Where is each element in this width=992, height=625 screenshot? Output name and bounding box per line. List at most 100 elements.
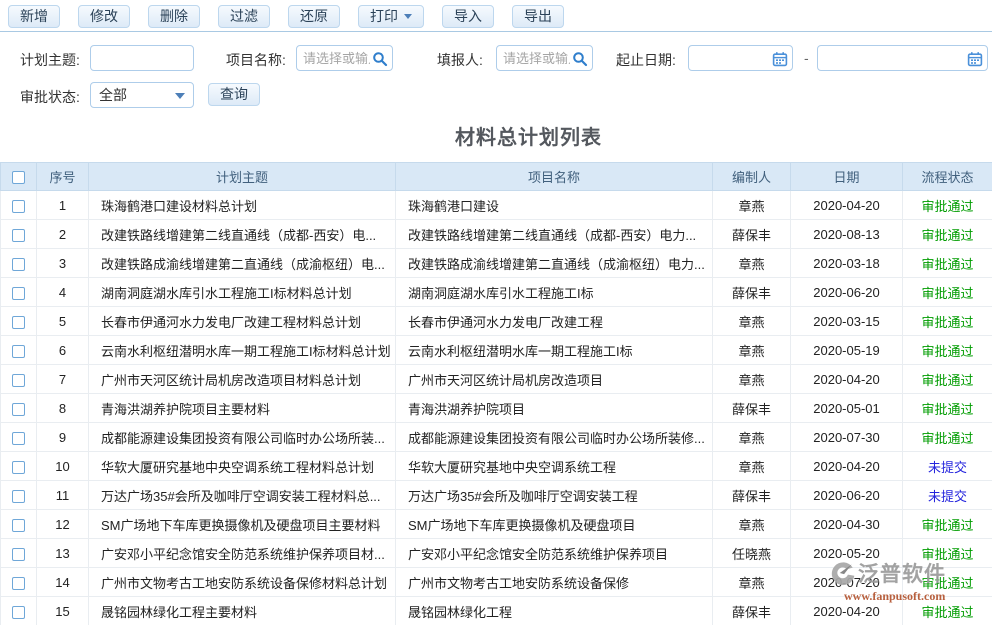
row-checkbox[interactable] (12, 287, 25, 300)
plan-subject-link[interactable]: 珠海鹤港口建设材料总计划 (89, 191, 396, 220)
plan-subject-link[interactable]: 青海洪湖养护院项目主要材料 (89, 394, 396, 423)
plan-subject-link[interactable]: 华软大厦研究基地中央空调系统工程材料总计划 (89, 452, 396, 481)
export-button[interactable]: 导出 (512, 5, 564, 28)
project-name-link[interactable]: 华软大厦研究基地中央空调系统工程 (396, 452, 713, 481)
plan-subject-link[interactable]: 改建铁路成渝线增建第二直通线（成渝枢纽）电... (89, 249, 396, 278)
status-badge: 审批通过 (903, 394, 992, 423)
row-checkbox-cell (1, 249, 37, 278)
calendar-icon[interactable] (967, 51, 983, 67)
query-button[interactable]: 查询 (208, 83, 260, 106)
project-name-label: 项目名称: (226, 50, 286, 70)
print-button[interactable]: 打印 (358, 5, 424, 28)
row-checkbox[interactable] (12, 403, 25, 416)
project-name-link[interactable]: 晟铭园林绿化工程 (396, 597, 713, 625)
row-date: 2020-05-20 (791, 539, 903, 568)
row-date: 2020-04-20 (791, 597, 903, 625)
project-name-link[interactable]: 湖南洞庭湖水库引水工程施工I标 (396, 278, 713, 307)
export-button-label: 导出 (524, 6, 552, 27)
project-name-link[interactable]: 改建铁路线增建第二线直通线（成都-西安）电力... (396, 220, 713, 249)
table-row: 1珠海鹤港口建设材料总计划珠海鹤港口建设章燕2020-04-20审批通过 (1, 191, 992, 220)
table-row: 9成都能源建设集团投资有限公司临时办公场所装...成都能源建设集团投资有限公司临… (1, 423, 992, 452)
edit-button[interactable]: 修改 (78, 5, 130, 28)
row-number: 2 (37, 220, 89, 249)
row-number: 11 (37, 481, 89, 510)
delete-button-label: 删除 (160, 6, 188, 27)
row-checkbox[interactable] (12, 461, 25, 474)
approval-status-select[interactable]: 全部 (90, 82, 194, 108)
table-row: 11万达广场35#会所及咖啡厅空调安装工程材料总...万达广场35#会所及咖啡厅… (1, 481, 992, 510)
date-to-input[interactable] (818, 46, 987, 70)
row-checkbox-cell (1, 220, 37, 249)
row-number: 7 (37, 365, 89, 394)
row-checkbox[interactable] (12, 345, 25, 358)
delete-button[interactable]: 删除 (148, 5, 200, 28)
row-date: 2020-03-15 (791, 307, 903, 336)
row-date: 2020-07-30 (791, 423, 903, 452)
compiler-name: 薛保丰 (713, 220, 791, 249)
project-name-link[interactable]: 广州市天河区统计局机房改造项目 (396, 365, 713, 394)
project-name-link[interactable]: 青海洪湖养护院项目 (396, 394, 713, 423)
filter-button[interactable]: 过滤 (218, 5, 270, 28)
row-checkbox[interactable] (12, 548, 25, 561)
plan-subject-link[interactable]: 广州市天河区统计局机房改造项目材料总计划 (89, 365, 396, 394)
row-checkbox-cell (1, 423, 37, 452)
row-checkbox[interactable] (12, 258, 25, 271)
project-name-link[interactable]: 广州市文物考古工地安防系统设备保修 (396, 568, 713, 597)
plan-subject-link[interactable]: 万达广场35#会所及咖啡厅空调安装工程材料总... (89, 481, 396, 510)
compiler-name: 章燕 (713, 452, 791, 481)
plan-subject-link[interactable]: SM广场地下车库更换摄像机及硬盘项目主要材料 (89, 510, 396, 539)
row-checkbox[interactable] (12, 519, 25, 532)
plan-subject-link[interactable]: 湖南洞庭湖水库引水工程施工I标材料总计划 (89, 278, 396, 307)
caret-down-icon (175, 93, 185, 99)
plan-subject-link[interactable]: 广安邓小平纪念馆安全防范系统维护保养项目材... (89, 539, 396, 568)
restore-button-label: 还原 (300, 6, 328, 27)
add-button[interactable]: 新增 (8, 5, 60, 28)
plan-subject-link[interactable]: 晟铭园林绿化工程主要材料 (89, 597, 396, 625)
row-checkbox-cell (1, 597, 37, 625)
plan-subject-link[interactable]: 改建铁路线增建第二线直通线（成都-西安）电... (89, 220, 396, 249)
compiler-name: 章燕 (713, 365, 791, 394)
plan-subject-link[interactable]: 成都能源建设集团投资有限公司临时办公场所装... (89, 423, 396, 452)
select-all-checkbox[interactable] (12, 171, 25, 184)
reporter-field-wrap (496, 45, 593, 71)
table-row: 10华软大厦研究基地中央空调系统工程材料总计划华软大厦研究基地中央空调系统工程章… (1, 452, 992, 481)
row-number: 3 (37, 249, 89, 278)
calendar-icon[interactable] (772, 51, 788, 67)
row-number: 10 (37, 452, 89, 481)
header-project: 项目名称 (396, 163, 713, 191)
project-name-link[interactable]: 万达广场35#会所及咖啡厅空调安装工程 (396, 481, 713, 510)
row-checkbox[interactable] (12, 229, 25, 242)
compiler-name: 薛保丰 (713, 394, 791, 423)
import-button[interactable]: 导入 (442, 5, 494, 28)
plan-subject-input[interactable] (91, 46, 193, 70)
import-button-label: 导入 (454, 6, 482, 27)
project-name-link[interactable]: 成都能源建设集团投资有限公司临时办公场所装修... (396, 423, 713, 452)
row-checkbox-cell (1, 278, 37, 307)
select-all-cell (1, 163, 37, 191)
row-checkbox[interactable] (12, 200, 25, 213)
project-name-link[interactable]: 广安邓小平纪念馆安全防范系统维护保养项目 (396, 539, 713, 568)
plan-table: 序号 计划主题 项目名称 编制人 日期 流程状态 1珠海鹤港口建设材料总计划珠海… (0, 162, 992, 625)
row-checkbox-cell (1, 539, 37, 568)
project-name-link[interactable]: 长春市伊通河水力发电厂改建工程 (396, 307, 713, 336)
restore-button[interactable]: 还原 (288, 5, 340, 28)
search-icon[interactable] (572, 51, 588, 67)
row-checkbox[interactable] (12, 374, 25, 387)
project-name-link[interactable]: 改建铁路成渝线增建第二直通线（成渝枢纽）电力... (396, 249, 713, 278)
row-checkbox[interactable] (12, 432, 25, 445)
project-name-link[interactable]: 珠海鹤港口建设 (396, 191, 713, 220)
plan-subject-link[interactable]: 云南水利枢纽潜明水库一期工程施工I标材料总计划 (89, 336, 396, 365)
project-name-link[interactable]: 云南水利枢纽潜明水库一期工程施工I标 (396, 336, 713, 365)
project-name-link[interactable]: SM广场地下车库更换摄像机及硬盘项目 (396, 510, 713, 539)
row-checkbox[interactable] (12, 606, 25, 619)
row-checkbox[interactable] (12, 316, 25, 329)
project-name-field-wrap (296, 45, 393, 71)
plan-subject-link[interactable]: 广州市文物考古工地安防系统设备保修材料总计划 (89, 568, 396, 597)
status-badge: 审批通过 (903, 423, 992, 452)
search-icon[interactable] (372, 51, 388, 67)
row-checkbox[interactable] (12, 490, 25, 503)
plan-subject-label: 计划主题: (20, 50, 80, 70)
plan-subject-link[interactable]: 长春市伊通河水力发电厂改建工程材料总计划 (89, 307, 396, 336)
row-checkbox[interactable] (12, 577, 25, 590)
compiler-name: 章燕 (713, 568, 791, 597)
